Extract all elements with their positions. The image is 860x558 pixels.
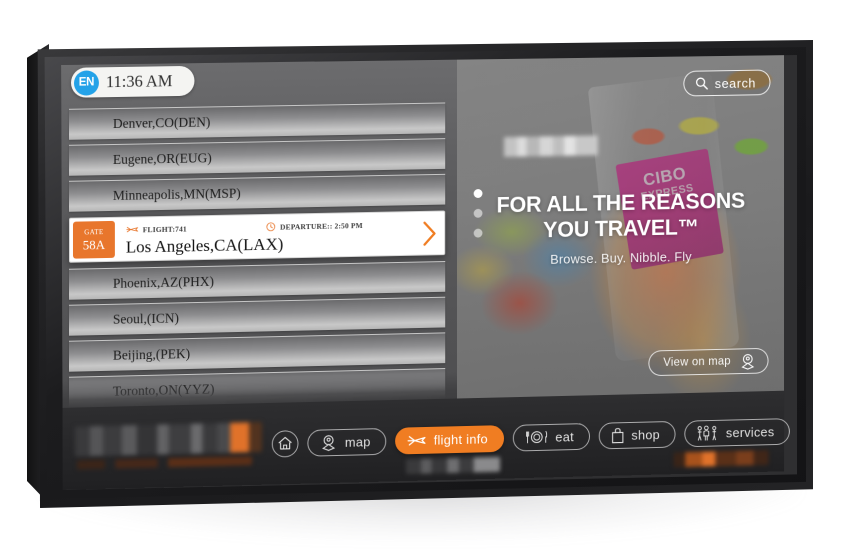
- gate-number: 58A: [82, 236, 106, 252]
- view-on-map-label: View on map: [663, 355, 731, 369]
- nav-item-label: eat: [555, 428, 574, 445]
- status-bar[interactable]: EN 11:36 AM: [70, 65, 195, 98]
- cutlery-icon: [524, 429, 548, 445]
- screen-content-plane: EN 11:36 AM Denver,CO(DEN) Eugene,OR(EUG…: [61, 55, 790, 490]
- flight-number-group: FLIGHT:741: [126, 223, 187, 234]
- blurred-brand-sub: [76, 456, 252, 470]
- shopping-bag-icon: [610, 427, 625, 444]
- blurred-brand-main: [74, 422, 262, 457]
- flight-row[interactable]: Phoenix,AZ(PHX): [68, 261, 446, 300]
- departure-text: DEPARTURE:: 2:50 PM: [280, 220, 363, 232]
- airplane-icon: [126, 227, 139, 233]
- search-label: search: [714, 75, 757, 91]
- flight-row-chevron[interactable]: [415, 212, 444, 255]
- chevron-right-icon: [421, 220, 438, 246]
- flight-list-panel: EN 11:36 AM Denver,CO(DEN) Eugene,OR(EUG…: [61, 55, 457, 408]
- map-pin-icon: [739, 353, 757, 370]
- clock-icon: [266, 222, 276, 232]
- nav-item-flight-info[interactable]: flight info: [395, 424, 504, 455]
- airplane-icon: [407, 432, 427, 447]
- map-pin-icon: [319, 434, 338, 451]
- home-icon: [277, 435, 294, 451]
- nav-item-map[interactable]: map: [307, 427, 387, 457]
- language-badge[interactable]: EN: [73, 69, 99, 96]
- advertisement-panel[interactable]: CIBO EXPRESS search: [456, 55, 785, 399]
- flight-destination: Phoenix,AZ(PHX): [112, 273, 214, 291]
- nav-item-label: services: [725, 423, 775, 440]
- nav-item-eat[interactable]: eat: [512, 422, 590, 452]
- nav-item-home[interactable]: [271, 429, 299, 458]
- flight-destination: Denver,CO(DEN): [112, 114, 211, 132]
- bottom-nav-bar: map flight info eat shop services: [61, 390, 790, 490]
- view-on-map-button[interactable]: View on map: [648, 347, 769, 377]
- kiosk-screen: EN 11:36 AM Denver,CO(DEN) Eugene,OR(EUG…: [61, 55, 797, 490]
- flight-number-text: FLIGHT:741: [142, 223, 187, 234]
- nav-item-shop[interactable]: shop: [598, 420, 676, 449]
- nav-item-label: shop: [631, 426, 660, 443]
- flight-row-selected[interactable]: GATE 58A FLIGHT:741 DEPARTURE:: 2:50 PM …: [68, 210, 446, 263]
- blurred-brand-mark: [69, 416, 266, 477]
- clock-text: 11:36 AM: [105, 71, 173, 92]
- blurred-brand-logo: [504, 135, 598, 157]
- flight-row[interactable]: Minneapolis,MN(MSP): [68, 173, 446, 212]
- blurred-footer-text: [405, 456, 501, 475]
- nav-item-label: map: [344, 433, 371, 450]
- nav-item-label: flight info: [433, 430, 488, 448]
- flight-list[interactable]: Denver,CO(DEN) Eugene,OR(EUG) Minneapoli…: [68, 102, 446, 408]
- flight-destination: Minneapolis,MN(MSP): [112, 185, 241, 203]
- flight-row-body: FLIGHT:741 DEPARTURE:: 2:50 PM Los Angel…: [118, 212, 415, 261]
- ad-copy: FOR ALL THE REASONS YOU TRAVEL™ Browse. …: [457, 187, 784, 269]
- blurred-footer-badge: [673, 450, 769, 468]
- flight-destination: Seoul,(ICN): [112, 310, 179, 327]
- flight-destination: Beijing,(PEK): [112, 346, 191, 363]
- departure-group: DEPARTURE:: 2:50 PM: [266, 220, 363, 232]
- nav-item-services[interactable]: services: [684, 417, 790, 447]
- gate-label: GATE: [84, 227, 104, 236]
- screen-upper-area: EN 11:36 AM Denver,CO(DEN) Eugene,OR(EUG…: [61, 55, 785, 408]
- search-icon: [695, 76, 709, 90]
- flight-destination: Toronto,ON(YYZ): [112, 381, 215, 399]
- family-icon: [696, 424, 719, 441]
- flight-destination: Eugene,OR(EUG): [112, 150, 212, 167]
- flight-row[interactable]: Eugene,OR(EUG): [68, 138, 446, 176]
- flight-row[interactable]: Denver,CO(DEN): [68, 102, 446, 140]
- search-button[interactable]: search: [683, 69, 771, 97]
- gate-badge: GATE 58A: [72, 220, 115, 259]
- flight-row[interactable]: Seoul,(ICN): [68, 296, 446, 336]
- screenshot-stage: EN 11:36 AM Denver,CO(DEN) Eugene,OR(EUG…: [0, 0, 860, 558]
- flight-row[interactable]: Beijing,(PEK): [68, 332, 446, 372]
